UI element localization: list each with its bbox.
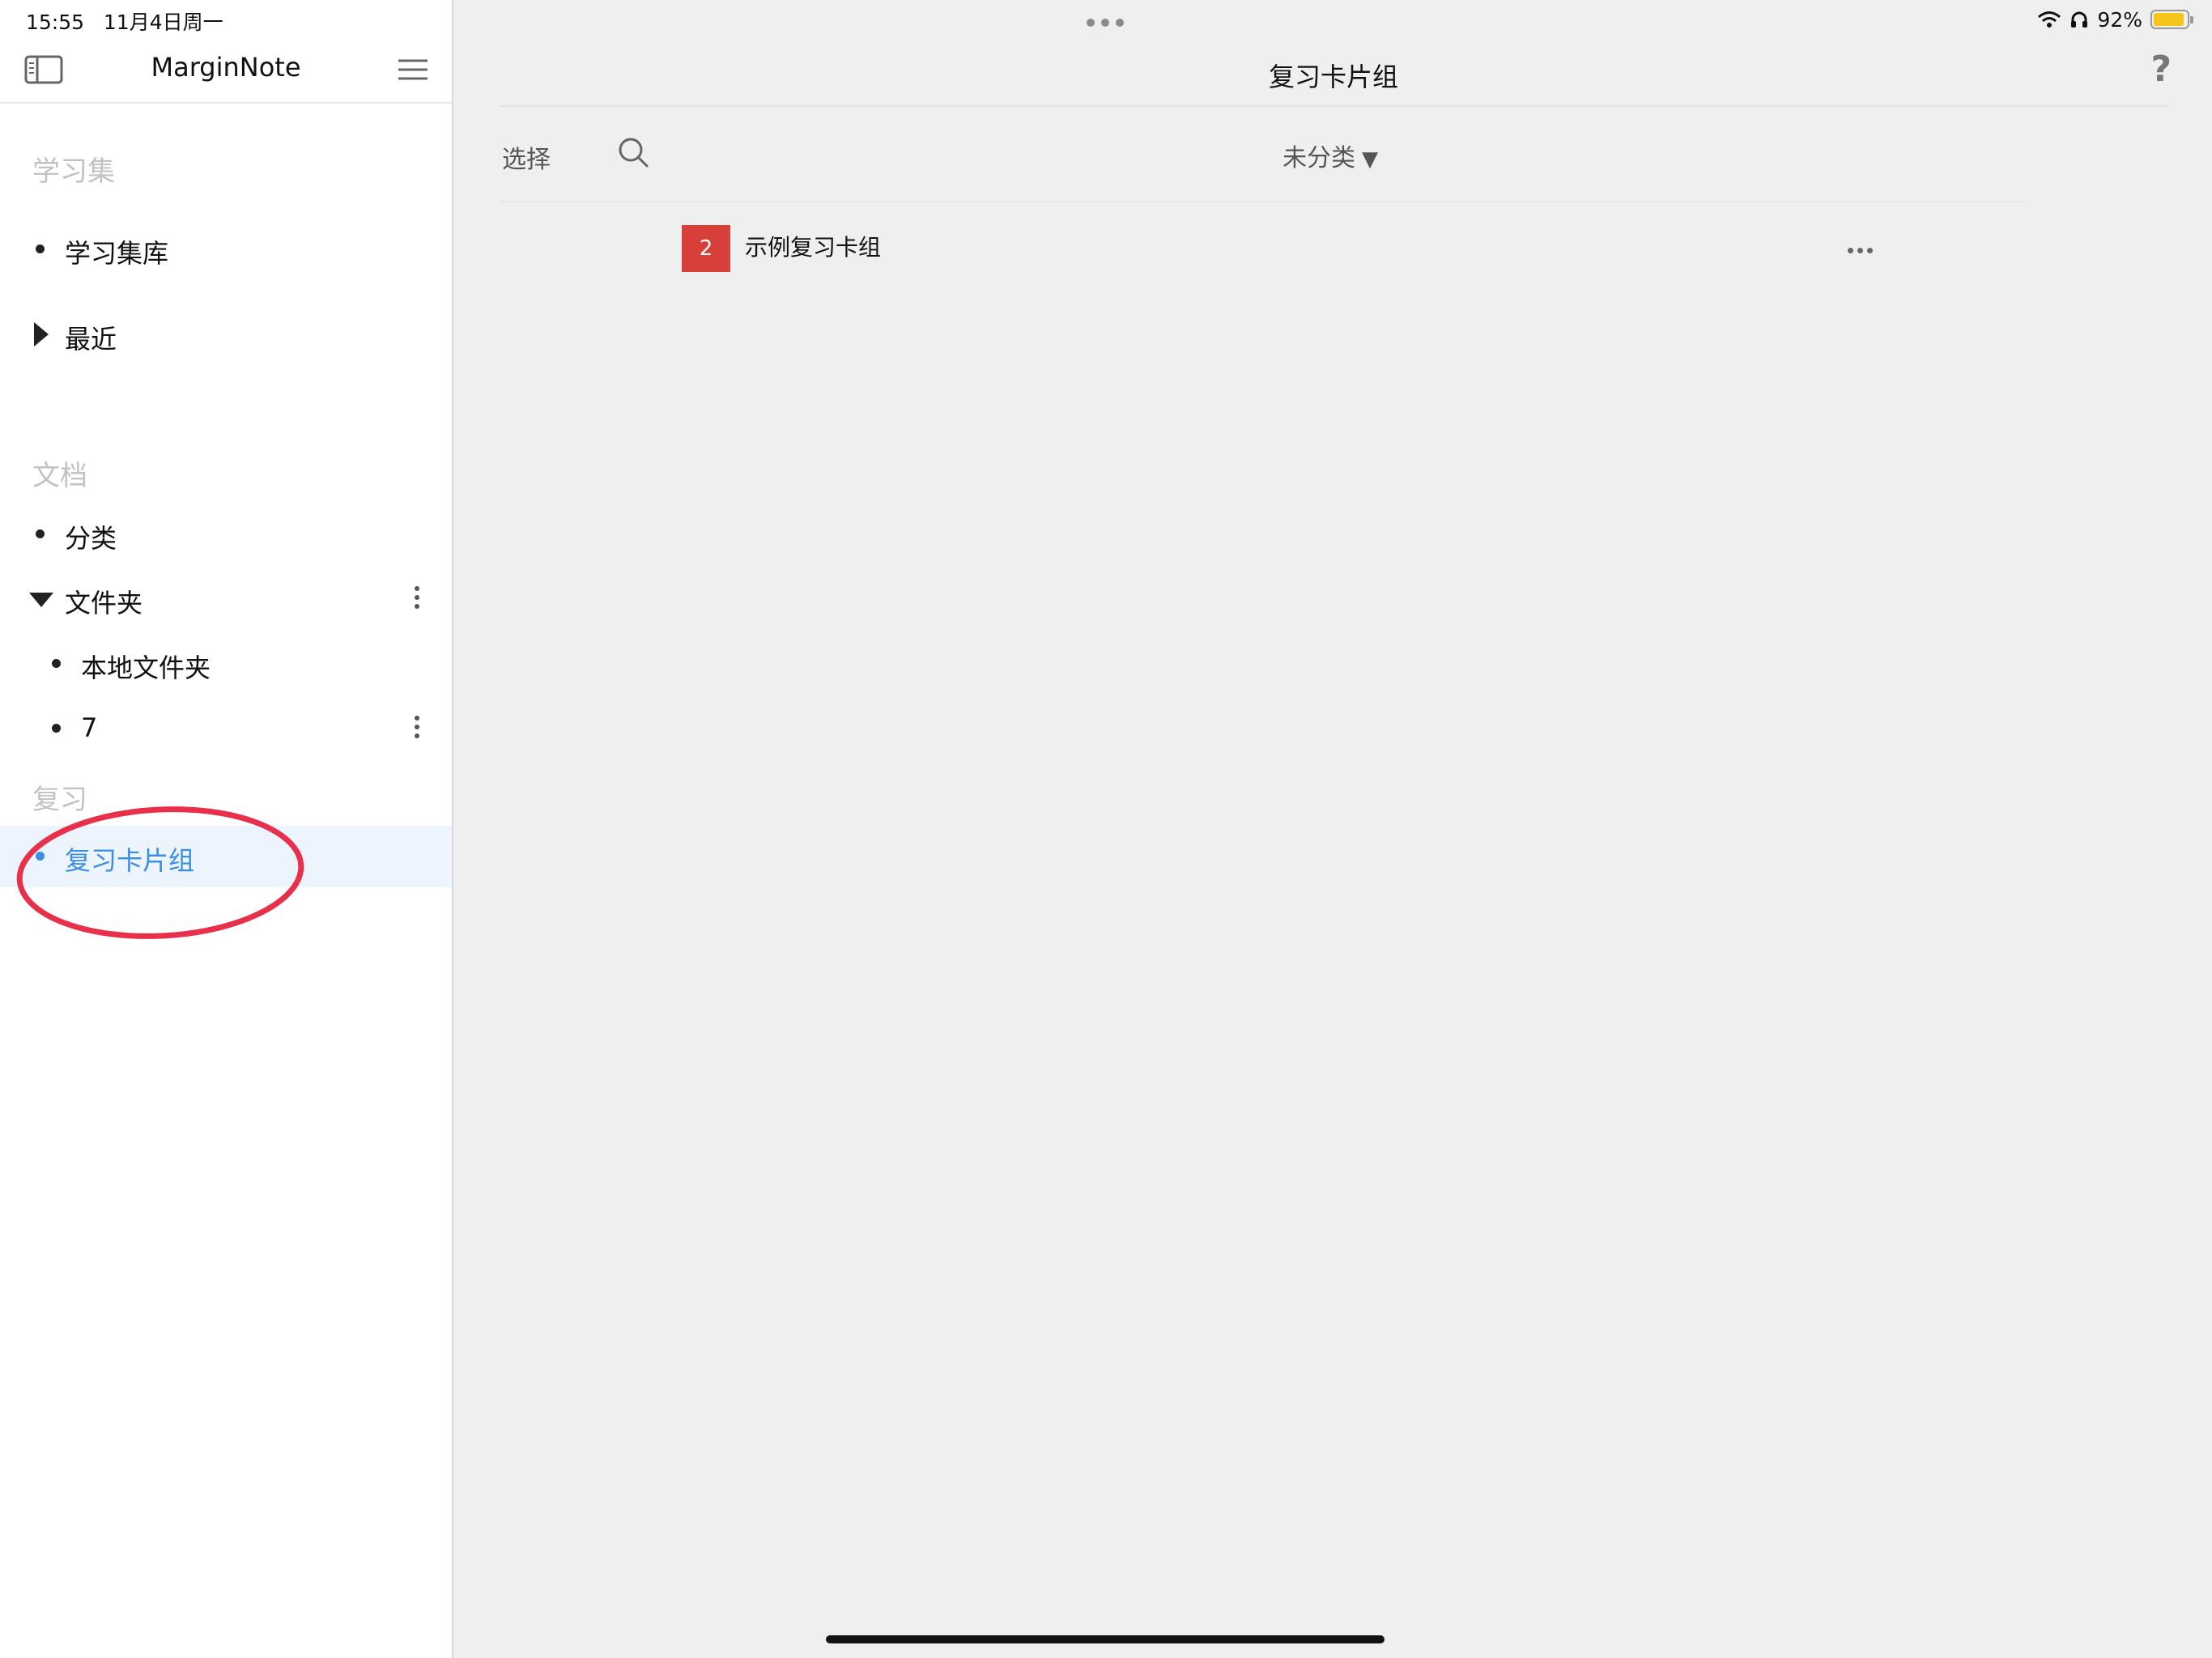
filter-label: 未分类 [1283, 144, 1355, 172]
collapse-arrow-icon[interactable] [29, 593, 53, 607]
bullet-dot [52, 659, 61, 668]
sidebar-item-label: 7 [81, 712, 98, 743]
main-panel: 92% 复习卡片组 ? 选择 未分类 ▼ 2 示例复习卡组 [455, 0, 2212, 1658]
bullet-dot [36, 529, 45, 538]
sidebar-item-categories[interactable]: 分类 [0, 504, 452, 565]
expand-arrow-icon[interactable] [34, 322, 49, 346]
status-date: 11月4日周一 [103, 11, 223, 34]
section-docs-heading: 文档 [32, 460, 87, 492]
list-divider [500, 201, 2023, 202]
deck-name: 示例复习卡组 [745, 234, 882, 261]
sidebar-item-label: 最近 [65, 324, 117, 355]
bullet-dot [36, 244, 45, 253]
sidebar-item-label: 分类 [65, 523, 117, 554]
more-vertical-icon[interactable] [411, 716, 423, 742]
home-indicator[interactable] [826, 1635, 1385, 1643]
select-button[interactable]: 选择 [502, 139, 551, 175]
page-title: 复习卡片组 [1268, 62, 1398, 92]
app-title: MarginNote [151, 52, 301, 83]
sidebar-item-label: 本地文件夹 [81, 653, 211, 683]
sidebar-item-review-decks[interactable]: 复习卡片组 [0, 826, 452, 887]
headphones-icon [2071, 11, 2088, 28]
sidebar-item-local-folder[interactable]: 本地文件夹 [0, 633, 452, 695]
battery-fill [2154, 13, 2184, 26]
section-study-heading: 学习集 [32, 155, 115, 188]
status-clock: 15:55 [26, 11, 85, 34]
more-vertical-icon[interactable] [411, 586, 423, 612]
dropdown-arrow-icon: ▼ [1362, 147, 1378, 172]
sidebar-header: MarginNote [0, 39, 452, 104]
battery-percent: 92% [2097, 7, 2142, 32]
sidebar-item-library[interactable]: 学习集库 [0, 219, 452, 280]
sidebar-item-recent[interactable]: 最近 [0, 304, 452, 366]
sidebar-item-label: 文件夹 [65, 588, 143, 619]
bullet-dot [52, 724, 61, 733]
bullet-dot [36, 852, 45, 861]
help-button[interactable]: ? [2150, 49, 2172, 90]
status-time: 15:55 11月4日周一 [26, 6, 223, 36]
search-icon[interactable] [617, 136, 649, 168]
sidebar-item-folder-7[interactable]: 7 [0, 698, 452, 759]
sidebar-item-folders[interactable]: 文件夹 [0, 568, 452, 630]
status-indicators: 92% [2037, 5, 2193, 34]
multitasking-dots-icon[interactable] [1087, 15, 1135, 27]
screen: 15:55 11月4日周一 MarginNote 学习集 学习集库 最近 文档 … [0, 0, 2212, 1658]
section-review-heading: 复习 [32, 784, 87, 816]
sidebar: 15:55 11月4日周一 MarginNote 学习集 学习集库 最近 文档 … [0, 0, 453, 1658]
sidebar-item-label: 复习卡片组 [65, 845, 195, 876]
battery-icon [2150, 10, 2193, 29]
wifi-icon [2038, 11, 2061, 28]
sidebar-item-label: 学习集库 [65, 238, 169, 269]
more-horizontal-icon[interactable] [1848, 241, 1880, 253]
hamburger-menu-icon[interactable] [397, 57, 429, 83]
header-divider [500, 105, 2168, 107]
deck-card-count-badge: 2 [682, 225, 730, 272]
category-filter-dropdown[interactable]: 未分类 ▼ [1283, 138, 1378, 173]
deck-row[interactable]: 2 示例复习卡组 [682, 219, 1880, 275]
